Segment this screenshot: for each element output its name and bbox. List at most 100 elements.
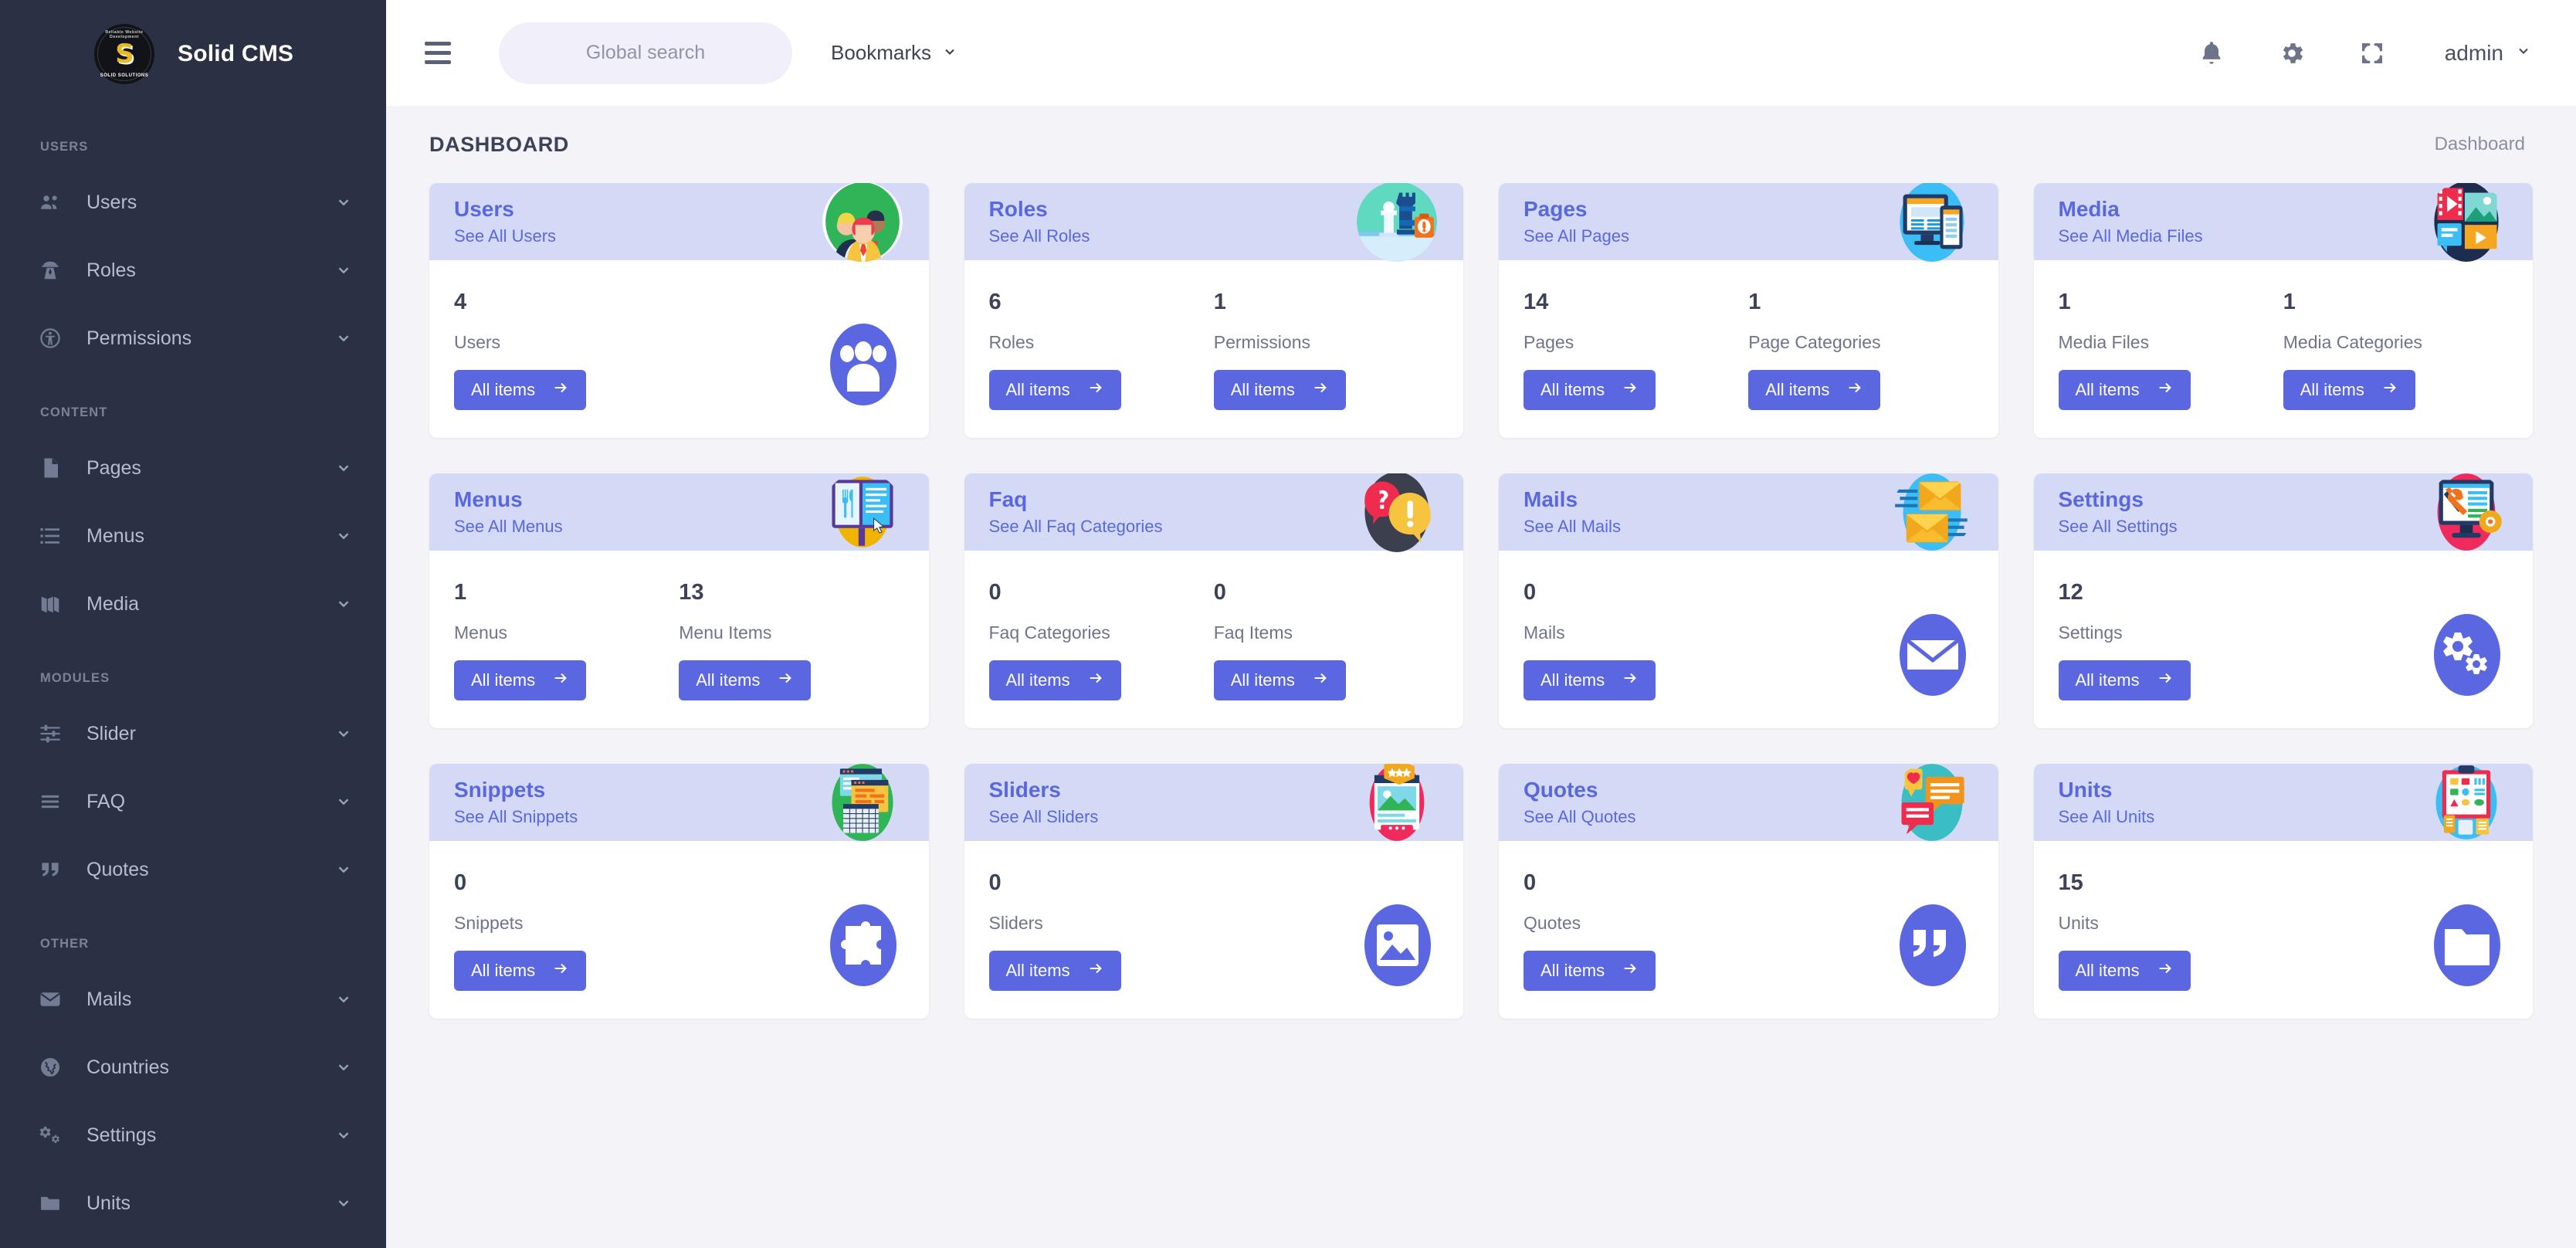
brand[interactable]: Reliable Website Development S SOLID SOL…	[0, 0, 386, 108]
card-title[interactable]: Sliders	[989, 779, 1099, 801]
all-items-label: All items	[1765, 380, 1830, 399]
all-items-button[interactable]: All items	[454, 660, 587, 700]
sidebar-item-menus[interactable]: Menus	[0, 502, 386, 570]
card-see-all-link[interactable]: See All Faq Categories	[989, 518, 1163, 535]
document-icon	[34, 452, 66, 484]
arrow-right-icon	[1312, 670, 1329, 691]
bookmarks-dropdown[interactable]: Bookmarks	[831, 41, 958, 65]
sidebar-item-permissions[interactable]: Permissions	[0, 304, 386, 372]
card-title[interactable]: Quotes	[1524, 779, 1636, 801]
chevron-down-icon[interactable]	[335, 595, 352, 612]
card-title[interactable]: Users	[454, 198, 556, 220]
sidebar-item-slider[interactable]: Slider	[0, 700, 386, 768]
media-book-icon	[34, 588, 66, 620]
all-items-button[interactable]: All items	[988, 951, 1121, 991]
all-items-button[interactable]: All items	[1524, 370, 1656, 410]
card-see-all-link[interactable]: See All Quotes	[1524, 809, 1636, 826]
stat-label: Units	[2058, 913, 2099, 933]
chevron-down-icon[interactable]	[335, 861, 352, 878]
card-title[interactable]: Menus	[454, 489, 563, 510]
all-items-button[interactable]: All items	[1748, 370, 1881, 410]
card-see-all-link[interactable]: See All Menus	[454, 518, 563, 535]
stat-block: 1 Menus All items	[454, 582, 679, 700]
chevron-down-icon[interactable]	[335, 527, 352, 544]
stat-label: Permissions	[1213, 332, 1311, 352]
sidebar-item-media[interactable]: Media	[0, 570, 386, 638]
main-area: Bookmarks admin	[386, 0, 2576, 1248]
card-title[interactable]: Faq	[989, 489, 1163, 510]
card-title[interactable]: Roles	[989, 198, 1090, 220]
all-items-button[interactable]: All items	[1524, 660, 1656, 700]
card-see-all-link[interactable]: See All Snippets	[454, 809, 578, 826]
stat-count: 1	[1213, 290, 1226, 314]
all-items-button[interactable]: All items	[1213, 370, 1346, 410]
sidebar-item-label: Users	[86, 191, 137, 213]
fullscreen-icon[interactable]	[2354, 35, 2391, 72]
all-items-button[interactable]: All items	[988, 660, 1121, 700]
breadcrumb[interactable]: Dashboard	[2435, 134, 2525, 155]
arrow-right-icon	[1087, 960, 1104, 982]
stat-label: Faq Items	[1213, 622, 1293, 643]
sidebar-item-settings[interactable]: Settings	[0, 1101, 386, 1169]
all-items-button[interactable]: All items	[988, 370, 1121, 410]
card-see-all-link[interactable]: See All Sliders	[989, 809, 1099, 826]
card-title[interactable]: Mails	[1524, 489, 1621, 510]
search-input[interactable]	[499, 42, 792, 64]
sidebar-item-users[interactable]: Users	[0, 168, 386, 236]
card-title[interactable]: Settings	[2059, 489, 2178, 510]
card-see-all-link[interactable]: See All Media Files	[2059, 228, 2203, 245]
user-menu[interactable]: admin	[2445, 41, 2531, 66]
hamburger-icon[interactable]	[425, 36, 459, 70]
sidebar-item-roles[interactable]: Roles	[0, 236, 386, 304]
sidebar-item-mails[interactable]: Mails	[0, 965, 386, 1033]
card-see-all-link[interactable]: See All Units	[2059, 809, 2155, 826]
chevron-down-icon[interactable]	[335, 460, 352, 476]
chevron-down-icon[interactable]	[335, 194, 352, 211]
all-items-button[interactable]: All items	[454, 951, 587, 991]
dashboard-card-sliders: Sliders See All Sliders 0 Sliders All items	[964, 764, 1463, 1019]
sidebar-item-pages[interactable]: Pages	[0, 434, 386, 502]
card-see-all-link[interactable]: See All Users	[454, 228, 556, 245]
chevron-down-icon[interactable]	[335, 1059, 352, 1076]
all-items-button[interactable]: All items	[1213, 660, 1346, 700]
chevron-down-icon[interactable]	[335, 725, 352, 742]
all-items-button[interactable]: All items	[679, 660, 812, 700]
dashboard-card-pages: Pages See All Pages 14 Pages All items 1 Page …	[1499, 183, 1998, 438]
card-title[interactable]: Media	[2059, 198, 2203, 220]
sidebar-item-faq[interactable]: FAQ	[0, 768, 386, 836]
chevron-down-icon[interactable]	[335, 1195, 352, 1212]
sidebar-item-quotes[interactable]: Quotes	[0, 836, 386, 904]
gear-icon[interactable]	[2273, 35, 2310, 72]
card-see-all-link[interactable]: See All Settings	[2059, 518, 2178, 535]
card-see-all-link[interactable]: See All Roles	[989, 228, 1090, 245]
dashboard-grid-wrap: Users See All Users 4 Users All items Roles Se…	[386, 183, 2576, 1248]
stat-label: Menu Items	[679, 622, 772, 643]
envelope-icon	[34, 983, 66, 1016]
chevron-down-icon[interactable]	[335, 262, 352, 279]
card-see-all-link[interactable]: See All Mails	[1524, 518, 1621, 535]
chevron-down-icon[interactable]	[335, 991, 352, 1008]
all-items-button[interactable]: All items	[1524, 951, 1656, 991]
chevron-down-icon[interactable]	[335, 330, 352, 347]
sidebar-item-label: Roles	[86, 259, 136, 281]
sidebar: Reliable Website Development S SOLID SOL…	[0, 0, 386, 1248]
all-items-button[interactable]: All items	[2058, 660, 2191, 700]
chevron-down-icon[interactable]	[335, 1127, 352, 1144]
card-title[interactable]: Pages	[1524, 198, 1629, 220]
sidebar-item-units[interactable]: Units	[0, 1169, 386, 1237]
all-items-button[interactable]: All items	[2058, 370, 2191, 410]
card-title[interactable]: Units	[2059, 779, 2155, 801]
all-items-button[interactable]: All items	[2283, 370, 2415, 410]
stat-label: Users	[454, 332, 501, 352]
sidebar-item-countries[interactable]: Countries	[0, 1033, 386, 1101]
all-items-button[interactable]: All items	[454, 370, 587, 410]
card-title[interactable]: Snippets	[454, 779, 578, 801]
search-input-wrap[interactable]	[499, 22, 792, 84]
all-items-button[interactable]: All items	[2058, 951, 2191, 991]
lines-icon	[34, 785, 66, 818]
bell-icon[interactable]	[2193, 35, 2230, 72]
card-see-all-link[interactable]: See All Pages	[1524, 228, 1629, 245]
chevron-down-icon[interactable]	[335, 793, 352, 810]
card-body: 4 Users All items	[429, 260, 929, 438]
stat-count: 0	[988, 580, 1002, 605]
